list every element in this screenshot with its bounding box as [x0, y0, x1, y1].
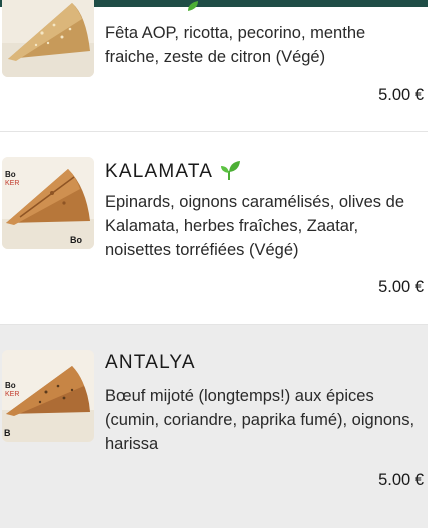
item-name: ANTALYA: [105, 352, 196, 373]
item-photo: [2, 0, 94, 77]
leaf-icon: [188, 1, 198, 11]
item-price: 5.00 €: [378, 86, 424, 104]
menu-item-antalya[interactable]: Bo KER B ANTALYA Bœuf mijoté (longtemps!…: [0, 325, 428, 528]
svg-text:KER: KER: [5, 391, 19, 398]
menu-item-0[interactable]: Fêta AOP, ricotta, pecorino, menthe frai…: [0, 0, 428, 131]
item-photo: Bo KER B: [2, 350, 94, 442]
menu-item-kalamata[interactable]: Bo KER Bo KALAMATA Epinards, oignons car…: [0, 132, 428, 324]
item-price: 5.00 €: [378, 471, 424, 489]
item-description: Bœuf mijoté (longtemps!) aux épices (cum…: [105, 387, 415, 453]
svg-text:KER: KER: [5, 180, 19, 187]
svg-text:Bo: Bo: [70, 235, 82, 245]
leaf-icon: [221, 161, 241, 180]
item-name-text: KALAMATA: [105, 161, 214, 182]
svg-text:Bo: Bo: [5, 170, 16, 179]
item-description: Fêta AOP, ricotta, pecorino, menthe frai…: [105, 24, 366, 66]
item-name: KALAMATA: [105, 160, 241, 183]
item-photo: Bo KER Bo: [2, 157, 94, 249]
item-description: Epinards, oignons caramélisés, olives de…: [105, 193, 404, 259]
svg-text:Bo: Bo: [5, 381, 16, 390]
svg-text:B: B: [4, 428, 11, 438]
item-price: 5.00 €: [378, 278, 424, 296]
